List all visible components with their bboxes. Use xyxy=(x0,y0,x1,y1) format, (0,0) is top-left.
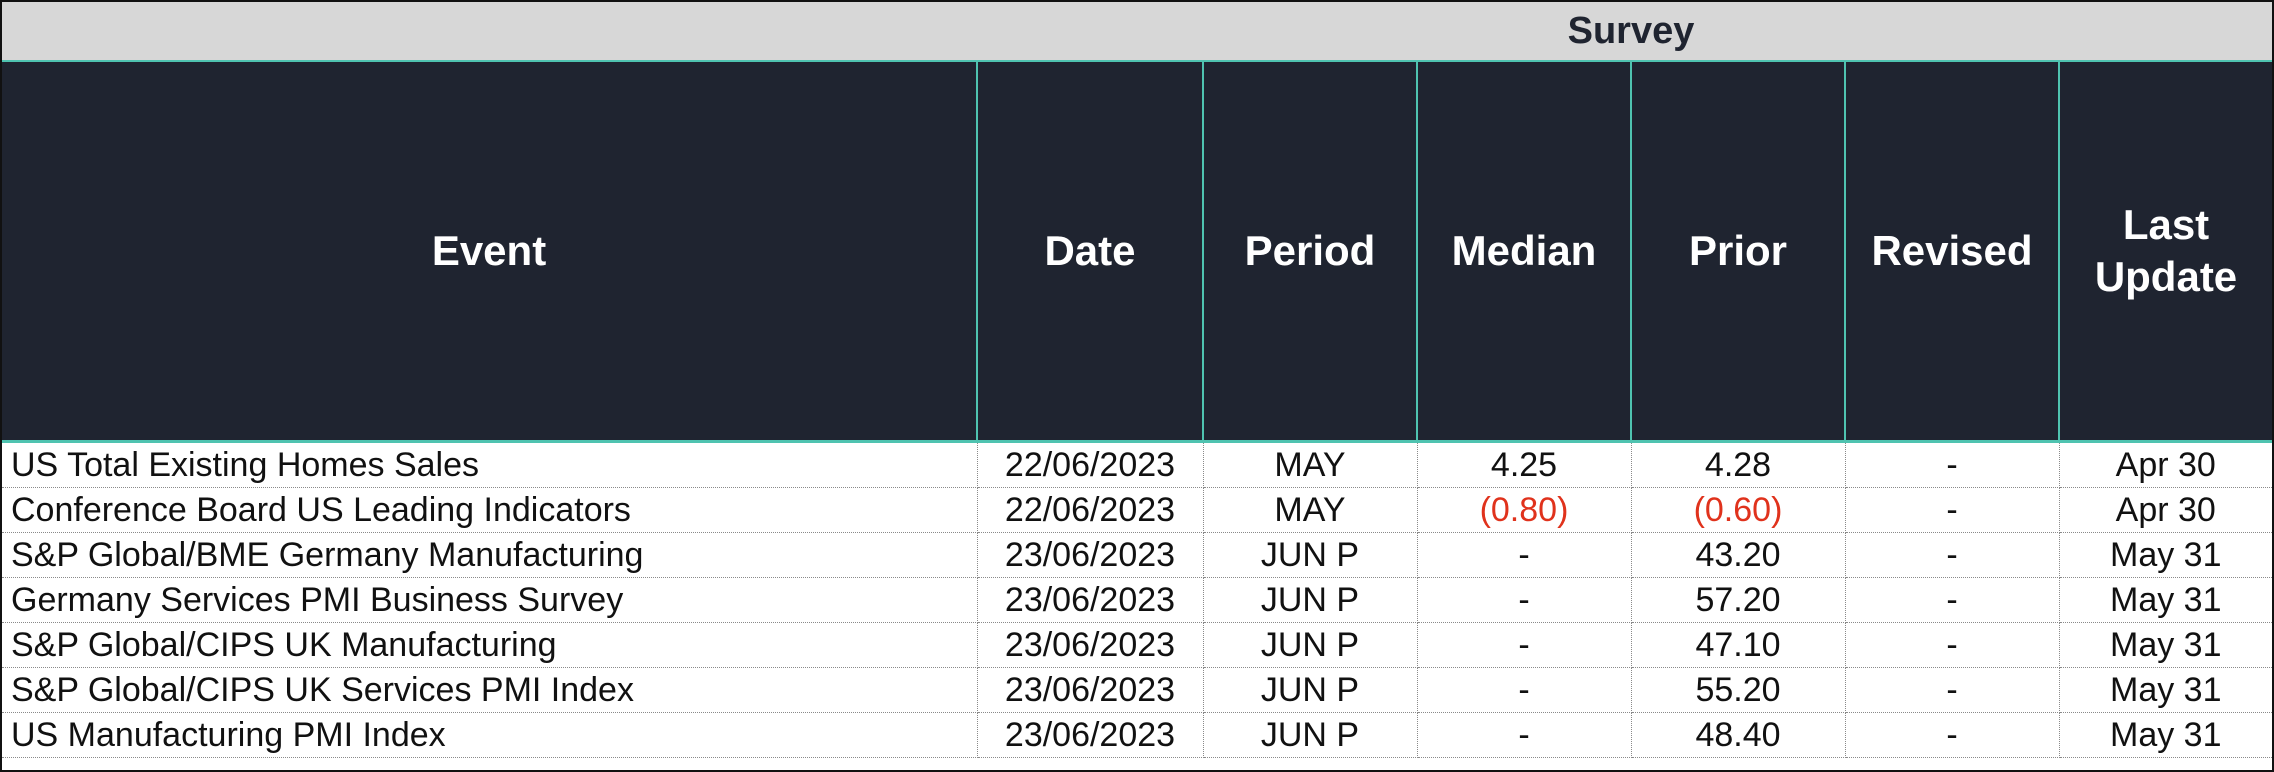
median-cell[interactable]: - xyxy=(1417,622,1632,668)
table-body: US Total Existing Homes Sales 22/06/2023 M… xyxy=(2,441,2272,758)
survey-band-label: Survey xyxy=(1417,2,1845,62)
median-cell[interactable]: (0.80) xyxy=(1417,487,1632,533)
revised-cell[interactable]: - xyxy=(1845,577,2060,623)
last-update-cell[interactable]: Apr 30 xyxy=(2059,487,2272,533)
event-cell[interactable]: Germany Services PMI Business Survey xyxy=(2,577,978,623)
header-last-update-line2: Update xyxy=(2094,253,2238,300)
header-revised[interactable]: Revised xyxy=(1845,61,2060,443)
table-row[interactable]: S&P Global/CIPS UK Services PMI Index 23/… xyxy=(2,667,2272,713)
date-cell[interactable]: 23/06/2023 xyxy=(977,532,1204,578)
prior-cell[interactable]: 48.40 xyxy=(1631,712,1846,758)
band-spacer-right xyxy=(1845,2,2272,62)
period-cell[interactable]: MAY xyxy=(1203,441,1418,488)
event-cell[interactable]: Conference Board US Leading Indicators xyxy=(2,487,978,533)
table-row[interactable]: US Manufacturing PMI Index 23/06/2023 JUN … xyxy=(2,712,2272,758)
event-cell[interactable]: S&P Global/BME Germany Manufacturing xyxy=(2,532,978,578)
event-cell[interactable]: S&P Global/CIPS UK Manufacturing xyxy=(2,622,978,668)
table-row[interactable]: US Total Existing Homes Sales 22/06/2023 M… xyxy=(2,441,2272,488)
header-prior[interactable]: Prior xyxy=(1631,61,1846,443)
header-last-update-line1: Last xyxy=(2122,200,2210,248)
header-median[interactable]: Median xyxy=(1417,61,1632,443)
date-cell[interactable]: 23/06/2023 xyxy=(977,712,1204,758)
last-update-cell[interactable]: Apr 30 xyxy=(2059,441,2272,488)
last-update-cell[interactable]: May 31 xyxy=(2059,712,2272,758)
last-update-cell[interactable]: May 31 xyxy=(2059,667,2272,713)
date-cell[interactable]: 23/06/2023 xyxy=(977,622,1204,668)
period-cell[interactable]: JUN P xyxy=(1203,712,1418,758)
last-update-cell[interactable]: May 31 xyxy=(2059,622,2272,668)
median-cell[interactable]: - xyxy=(1417,712,1632,758)
median-cell[interactable]: - xyxy=(1417,532,1632,578)
date-cell[interactable]: 22/06/2023 xyxy=(977,487,1204,533)
header-date[interactable]: Date xyxy=(977,61,1204,443)
column-header-row: Event Date Period Median Prior Revised L… xyxy=(2,61,2272,443)
table-row[interactable]: Germany Services PMI Business Survey 23/0… xyxy=(2,577,2272,623)
event-cell[interactable]: US Total Existing Homes Sales xyxy=(2,441,978,488)
table-row[interactable]: Conference Board US Leading Indicators 22… xyxy=(2,487,2272,533)
revised-cell[interactable]: - xyxy=(1845,622,2060,668)
prior-cell[interactable]: 57.20 xyxy=(1631,577,1846,623)
header-last-update[interactable]: Last Update xyxy=(2059,61,2272,443)
revised-cell[interactable]: - xyxy=(1845,532,2060,578)
band-spacer xyxy=(2,2,1417,62)
header-period[interactable]: Period xyxy=(1203,61,1418,443)
period-cell[interactable]: MAY xyxy=(1203,487,1418,533)
prior-cell[interactable]: (0.60) xyxy=(1631,487,1846,533)
table-row[interactable]: S&P Global/BME Germany Manufacturing 23/0… xyxy=(2,532,2272,578)
last-update-cell[interactable]: May 31 xyxy=(2059,532,2272,578)
revised-cell[interactable]: - xyxy=(1845,667,2060,713)
last-update-cell[interactable]: May 31 xyxy=(2059,577,2272,623)
prior-cell[interactable]: 4.28 xyxy=(1631,441,1846,488)
median-cell[interactable]: - xyxy=(1417,577,1632,623)
date-cell[interactable]: 23/06/2023 xyxy=(977,577,1204,623)
prior-cell[interactable]: 55.20 xyxy=(1631,667,1846,713)
period-cell[interactable]: JUN P xyxy=(1203,622,1418,668)
date-cell[interactable]: 23/06/2023 xyxy=(977,667,1204,713)
revised-cell[interactable]: - xyxy=(1845,712,2060,758)
revised-cell[interactable]: - xyxy=(1845,487,2060,533)
event-cell[interactable]: S&P Global/CIPS UK Services PMI Index xyxy=(2,667,978,713)
median-cell[interactable]: 4.25 xyxy=(1417,441,1632,488)
revised-cell[interactable]: - xyxy=(1845,441,2060,488)
period-cell[interactable]: JUN P xyxy=(1203,667,1418,713)
survey-band-row: Survey xyxy=(2,2,2272,62)
prior-cell[interactable]: 47.10 xyxy=(1631,622,1846,668)
event-cell[interactable]: US Manufacturing PMI Index xyxy=(2,712,978,758)
table-row[interactable]: S&P Global/CIPS UK Manufacturing 23/06/20… xyxy=(2,622,2272,668)
economic-calendar-sheet: Survey Event Date Period Median Prior Re… xyxy=(0,0,2274,772)
economic-calendar-table: Survey Event Date Period Median Prior Re… xyxy=(2,2,2272,758)
median-cell[interactable]: - xyxy=(1417,667,1632,713)
period-cell[interactable]: JUN P xyxy=(1203,577,1418,623)
header-event[interactable]: Event xyxy=(2,61,978,443)
period-cell[interactable]: JUN P xyxy=(1203,532,1418,578)
prior-cell[interactable]: 43.20 xyxy=(1631,532,1846,578)
date-cell[interactable]: 22/06/2023 xyxy=(977,441,1204,488)
